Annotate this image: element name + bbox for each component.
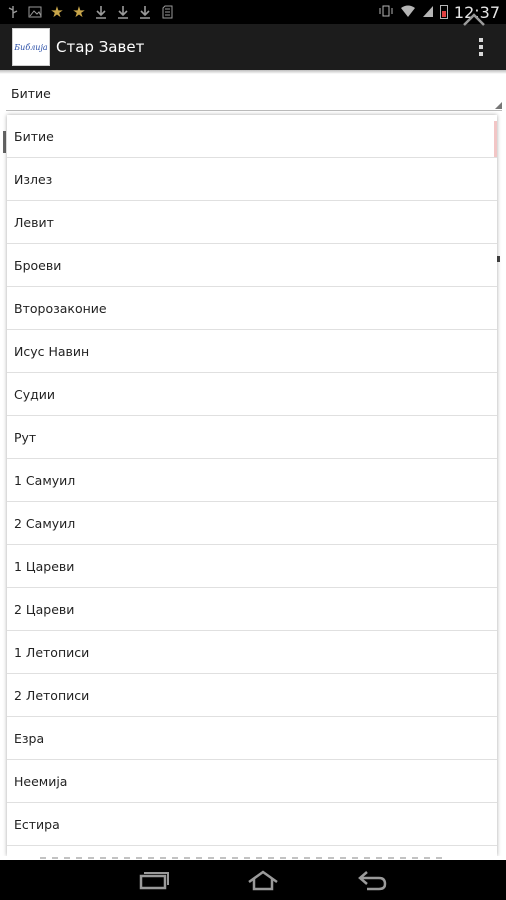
- dropdown-item[interactable]: Неемија: [7, 760, 497, 803]
- dropdown-item[interactable]: 2 Летописи: [7, 674, 497, 717]
- dropdown-item[interactable]: 1 Летописи: [7, 631, 497, 674]
- dropdown-item[interactable]: Езра: [7, 717, 497, 760]
- image-icon: [28, 5, 42, 19]
- star-icon: ★: [50, 2, 64, 21]
- navigation-bar: [0, 860, 506, 900]
- screen: ★ ★ 12:37 Библија Стар Завет Битие Битие…: [0, 0, 506, 900]
- download-icon: [94, 5, 108, 19]
- spinner-underline: [6, 110, 502, 111]
- dropdown-item[interactable]: Излез: [7, 158, 497, 201]
- signal-icon: [422, 4, 434, 21]
- background-content-mark: [3, 131, 6, 153]
- dropdown-item[interactable]: Броеви: [7, 244, 497, 287]
- status-left-icons: ★ ★: [6, 2, 174, 21]
- spinner-caret-icon: [495, 102, 502, 109]
- status-bar: ★ ★ 12:37: [0, 0, 506, 24]
- spinner-selected-value: Битие: [11, 86, 51, 101]
- vibrate-icon: [378, 5, 394, 20]
- dropdown-item[interactable]: Левит: [7, 201, 497, 244]
- download-icon: [116, 5, 130, 19]
- recent-apps-icon: [140, 872, 170, 890]
- dropdown-item[interactable]: 1 Цареви: [7, 545, 497, 588]
- star-icon: ★: [72, 2, 86, 21]
- back-icon: [357, 871, 386, 891]
- app-title: Стар Завет: [56, 38, 145, 56]
- background-text-line: [40, 857, 446, 859]
- hide-navigation-button[interactable]: [462, 10, 486, 30]
- dropdown-item[interactable]: 2 Цареви: [7, 588, 497, 631]
- dropdown-item[interactable]: Второзаконие: [7, 287, 497, 330]
- dropdown-item[interactable]: Рут: [7, 416, 497, 459]
- dropdown-item[interactable]: Битие: [7, 115, 497, 158]
- overflow-dot: [479, 38, 483, 42]
- battery-icon: [439, 5, 448, 19]
- action-bar: Библија Стар Завет: [0, 24, 506, 70]
- usb-icon: [6, 5, 20, 19]
- book-spinner[interactable]: Битие: [0, 74, 506, 114]
- back-button[interactable]: [350, 865, 394, 895]
- sd-card-icon: [160, 5, 174, 19]
- overflow-dot: [479, 45, 483, 49]
- dropdown-item[interactable]: Исус Навин: [7, 330, 497, 373]
- book-dropdown-list: Битие Излез Левит Броеви Второзаконие Ис…: [7, 115, 497, 856]
- app-logo[interactable]: Библија: [12, 28, 50, 66]
- home-button[interactable]: [241, 865, 285, 895]
- overflow-dot: [479, 52, 483, 56]
- wifi-icon: [400, 4, 416, 21]
- dropdown-item[interactable]: 2 Самуил: [7, 502, 497, 545]
- home-icon: [248, 870, 278, 891]
- download-icon: [138, 5, 152, 19]
- app-logo-text: Библија: [14, 42, 48, 52]
- dropdown-item[interactable]: Судии: [7, 373, 497, 416]
- chevron-up-icon: [463, 13, 485, 26]
- dropdown-item[interactable]: Естира: [7, 803, 497, 846]
- background-content-mark: [497, 256, 500, 262]
- recent-apps-button[interactable]: [132, 865, 176, 895]
- dropdown-item[interactable]: 1 Самуил: [7, 459, 497, 502]
- overflow-menu-button[interactable]: [466, 24, 496, 70]
